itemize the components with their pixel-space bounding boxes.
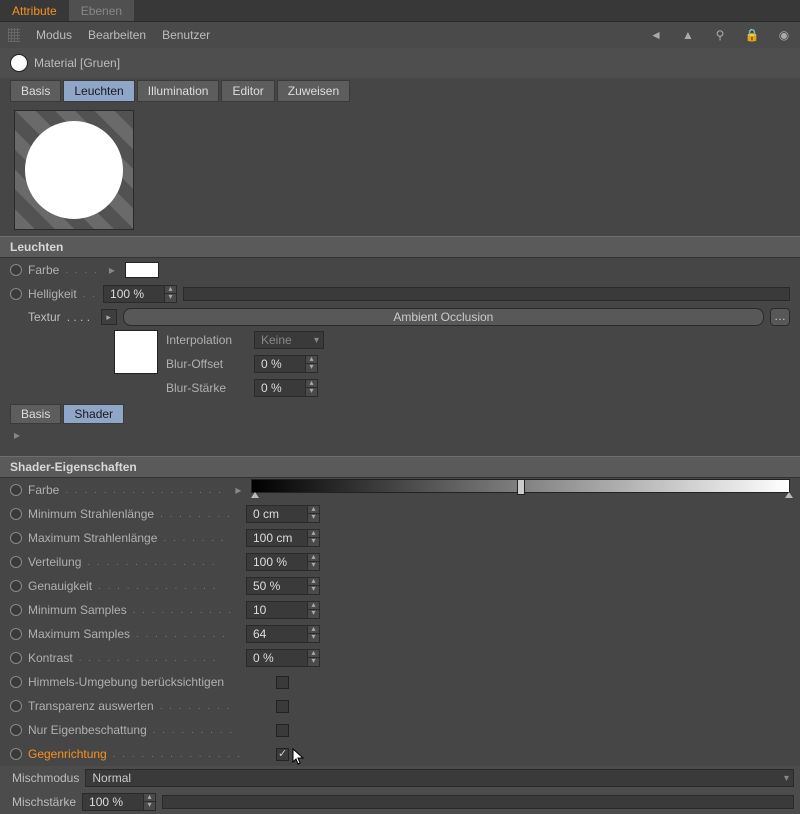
nav-up-icon[interactable]: ▲ — [680, 27, 696, 43]
menubar: Modus Bearbeiten Benutzer ◄ ▲ ⚲ 🔒 ◉ — [0, 22, 800, 48]
material-preview[interactable] — [14, 110, 134, 230]
tab-editor[interactable]: Editor — [221, 80, 274, 102]
tab-zuweisen[interactable]: Zuweisen — [277, 80, 350, 102]
dropdown-mischmodus[interactable]: Normal — [85, 769, 794, 787]
label-helligkeit: Helligkeit — [28, 287, 77, 301]
checkbox-himmel[interactable] — [276, 676, 289, 689]
slider-helligkeit[interactable] — [183, 287, 790, 301]
anim-dot-farbe[interactable] — [10, 264, 22, 276]
top-tab-bar: Attribute Ebenen — [0, 0, 800, 22]
anim-dot[interactable] — [10, 676, 22, 688]
row-mischstaerke: Mischstärke 100 %▴▾ — [0, 790, 800, 814]
input-blurstaerke[interactable]: 0 % ▴▾ — [254, 379, 318, 397]
spinner[interactable]: ▴▾ — [164, 286, 176, 302]
lock-icon[interactable]: 🔒 — [744, 27, 760, 43]
preview-sphere — [25, 121, 123, 219]
search-icon[interactable]: ⚲ — [712, 27, 728, 43]
material-header: Material [Gruen] — [0, 48, 800, 78]
subtab-shader[interactable]: Shader — [63, 404, 124, 424]
anim-dot[interactable] — [10, 628, 22, 640]
checkbox-gegenrichtung[interactable] — [276, 748, 289, 761]
section-leuchten: Leuchten — [0, 236, 800, 258]
label-farbe: Farbe — [28, 263, 59, 277]
input-helligkeit[interactable]: 100 % ▴▾ — [103, 285, 177, 303]
anim-dot[interactable] — [10, 700, 22, 712]
anim-dot[interactable] — [10, 508, 22, 520]
anim-dot[interactable] — [10, 580, 22, 592]
channel-tabs: Basis Leuchten Illumination Editor Zuwei… — [0, 78, 800, 104]
label-gegenrichtung: Gegenrichtung — [28, 747, 107, 761]
anim-dot[interactable] — [10, 724, 22, 736]
input-minstrahl[interactable]: 0 cm▴▾ — [246, 505, 320, 523]
tab-basis[interactable]: Basis — [10, 80, 61, 102]
input-verteilung[interactable]: 100 %▴▾ — [246, 553, 320, 571]
texture-thumbnail[interactable] — [114, 330, 158, 374]
val-helligkeit[interactable]: 100 % — [104, 287, 164, 301]
row-mischmodus: Mischmodus Normal — [0, 766, 800, 790]
checkbox-transparenz[interactable] — [276, 700, 289, 713]
section-shader-props: Shader-Eigenschaften — [0, 456, 800, 478]
label-blurstaerke: Blur-Stärke — [166, 381, 246, 395]
anim-dot[interactable] — [10, 604, 22, 616]
anim-dot[interactable] — [10, 652, 22, 664]
input-genauigkeit[interactable]: 50 %▴▾ — [246, 577, 320, 595]
menu-benutzer[interactable]: Benutzer — [162, 28, 210, 42]
input-kontrast[interactable]: 0 %▴▾ — [246, 649, 320, 667]
dots: . . . . — [65, 265, 98, 276]
settings-icon[interactable]: ◉ — [776, 27, 792, 43]
cursor-icon — [292, 748, 306, 766]
subtab-basis[interactable]: Basis — [10, 404, 61, 424]
label-interpolation: Interpolation — [166, 333, 246, 347]
texture-expand-button[interactable]: ▸ — [101, 309, 117, 325]
expand-arrow[interactable]: ▸ — [231, 483, 245, 497]
input-maxstrahl[interactable]: 100 cm▴▾ — [246, 529, 320, 547]
texture-subpanel: Interpolation Keine Blur-Offset 0 % ▴▾ B… — [0, 328, 800, 400]
preview-area — [0, 104, 800, 236]
anim-dot[interactable] — [10, 748, 22, 760]
grip-icon — [8, 28, 20, 42]
anim-dot[interactable] — [10, 484, 22, 496]
menu-bearbeiten[interactable]: Bearbeiten — [88, 28, 146, 42]
row-helligkeit: Helligkeit . . 100 % ▴▾ — [0, 282, 800, 306]
subtab-expand[interactable]: ▸ — [10, 426, 24, 444]
texture-more-button[interactable]: … — [770, 308, 790, 326]
expand-arrow[interactable]: ▸ — [105, 263, 119, 277]
tab-leuchten[interactable]: Leuchten — [63, 80, 134, 102]
material-title: Material [Gruen] — [34, 56, 120, 70]
dropdown-interpolation[interactable]: Keine — [254, 331, 324, 349]
slider-mischstaerke[interactable] — [162, 795, 794, 809]
menu-modus[interactable]: Modus — [36, 28, 72, 42]
gradient-editor[interactable] — [251, 479, 790, 493]
anim-dot[interactable] — [10, 556, 22, 568]
material-sphere-icon — [10, 54, 28, 72]
texture-field[interactable]: Ambient Occlusion — [123, 308, 764, 326]
label-bluroffset: Blur-Offset — [166, 357, 246, 371]
row-farbe: Farbe . . . . ▸ — [0, 258, 800, 282]
shader-subtabs: Basis Shader — [0, 400, 800, 428]
row-textur: Textur . . . . ▸ Ambient Occlusion … — [0, 306, 800, 328]
tab-attribute[interactable]: Attribute — [0, 0, 69, 21]
input-minsamples[interactable]: 10▴▾ — [246, 601, 320, 619]
row-shader-farbe: Farbe . . . . . . . . . . . . . . . . . … — [0, 478, 800, 502]
nav-back-icon[interactable]: ◄ — [648, 27, 664, 43]
dots: . . . . — [67, 310, 95, 324]
input-mischstaerke[interactable]: 100 %▴▾ — [82, 793, 156, 811]
input-bluroffset[interactable]: 0 % ▴▾ — [254, 355, 318, 373]
anim-dot[interactable] — [10, 532, 22, 544]
tab-ebenen[interactable]: Ebenen — [69, 0, 134, 21]
dots: . . — [83, 289, 97, 300]
gradient-marker[interactable] — [785, 492, 793, 498]
input-maxsamples[interactable]: 64▴▾ — [246, 625, 320, 643]
anim-dot-helligkeit[interactable] — [10, 288, 22, 300]
gradient-marker[interactable] — [251, 492, 259, 498]
checkbox-eigen[interactable] — [276, 724, 289, 737]
label-textur: Textur — [28, 310, 61, 324]
tab-illumination[interactable]: Illumination — [137, 80, 220, 102]
color-swatch-farbe[interactable] — [125, 262, 159, 278]
label-shader-farbe: Farbe — [28, 483, 59, 497]
